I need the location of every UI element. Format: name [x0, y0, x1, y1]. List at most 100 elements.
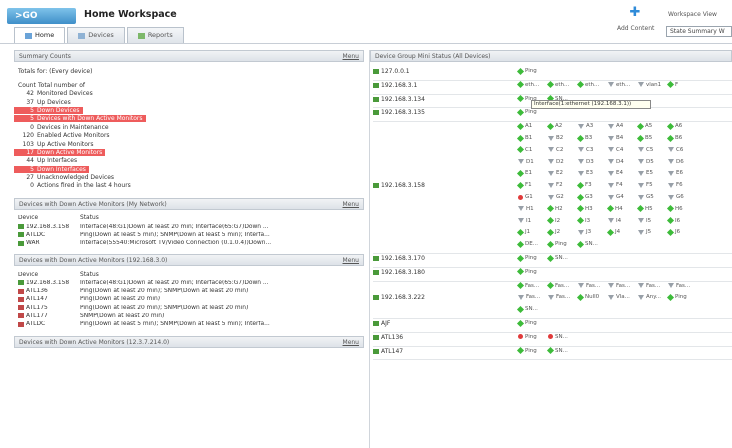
summary-row[interactable]: 103 Up Active Monitors [14, 140, 364, 148]
monitor-item[interactable]: D1 [518, 159, 534, 165]
table-row[interactable]: ATL175 Ping(Down at least 20 min); SNMP(D… [14, 304, 364, 312]
device-group-item[interactable]: AJF [373, 320, 390, 327]
monitor-item[interactable]: C1 [516, 146, 532, 154]
tab-reports[interactable]: Reports [126, 27, 184, 43]
monitor-item[interactable]: B4 [608, 135, 623, 141]
monitor-item[interactable]: D5 [638, 159, 654, 165]
monitor-item[interactable]: F2 [548, 182, 563, 188]
go-button[interactable]: >GO [7, 8, 76, 24]
monitor-item[interactable]: B5 [636, 134, 652, 142]
device-group-item[interactable]: 192.168.3.180 [373, 269, 425, 276]
monitor-item[interactable]: G1 [518, 194, 533, 200]
monitor-item[interactable]: Ping [516, 319, 537, 327]
table-row[interactable]: ATLDC Ping(Down at least 5 min); SNMP(Dow… [14, 231, 364, 239]
summary-row[interactable]: 0 Actions fired in the last 4 hours [14, 182, 364, 190]
summary-row[interactable]: 120 Enabled Active Monitors [14, 131, 364, 139]
monitor-item[interactable]: SN... [516, 305, 538, 313]
tab-home[interactable]: Home [14, 27, 66, 43]
monitor-item[interactable]: A3 [578, 123, 593, 129]
monitor-item[interactable]: eth... [576, 81, 599, 89]
table-row[interactable]: ATL147 Ping(Down at least 20 min) [14, 295, 364, 303]
monitor-item[interactable]: SN... [546, 347, 568, 355]
summary-row[interactable]: 17 Down Active Monitors [14, 148, 364, 156]
summary-row[interactable]: 0 Devices in Maintenance [14, 123, 364, 131]
monitor-item[interactable]: Ping [516, 254, 537, 262]
device-group-item[interactable]: 192.168.3.1 [373, 82, 417, 89]
monitor-item[interactable]: D6 [668, 159, 684, 165]
monitor-item[interactable]: I5 [638, 218, 651, 224]
monitor-item[interactable]: G2 [548, 194, 564, 200]
monitor-item[interactable]: Fas... [548, 294, 570, 300]
monitor-item[interactable]: F6 [668, 182, 683, 188]
monitor-item[interactable]: DE... [516, 240, 538, 248]
table-row[interactable]: WAR Interface(55540:Microsoft TV/Video Co… [14, 239, 364, 247]
monitor-item[interactable]: J6 [666, 228, 680, 236]
monitor-item[interactable]: B1 [516, 134, 532, 142]
monitor-item[interactable]: Ping [516, 67, 537, 75]
monitor-item[interactable]: F1 [516, 181, 532, 189]
monitor-item[interactable]: eth... [608, 82, 630, 88]
monitor-item[interactable]: eth... [546, 81, 569, 89]
monitor-item[interactable]: A4 [608, 123, 623, 129]
workspace-view-select[interactable]: State Summary W [666, 26, 732, 37]
monitor-item[interactable]: E3 [578, 170, 593, 176]
summary-row[interactable]: 44 Up Interfaces [14, 157, 364, 165]
monitor-item[interactable]: H2 [546, 205, 563, 213]
panel-subnet-menu-link[interactable]: Menu [343, 255, 359, 266]
monitor-item[interactable]: D4 [608, 159, 624, 165]
device-group-item[interactable]: 192.168.3.134 [373, 96, 425, 103]
monitor-item[interactable]: eth... [516, 81, 539, 89]
monitor-item[interactable]: H5 [636, 205, 653, 213]
monitor-item[interactable]: Ping [518, 334, 537, 340]
monitor-item[interactable]: H4 [606, 205, 623, 213]
monitor-item[interactable]: Ping [516, 108, 537, 116]
table-row[interactable]: 192.168.3.158 Interface(48:G1)Down at lea… [14, 279, 364, 287]
monitor-item[interactable]: G3 [576, 193, 593, 201]
device-group-item[interactable]: ATL147 [373, 348, 403, 355]
monitor-item[interactable]: A1 [516, 122, 532, 130]
device-name[interactable]: ATL177 [26, 313, 48, 319]
monitor-item[interactable]: I3 [576, 217, 590, 225]
monitor-item[interactable]: D2 [548, 159, 564, 165]
table-row[interactable]: 192.168.3.158 Interface(48:G1)Down at lea… [14, 222, 364, 230]
monitor-item[interactable]: E2 [548, 170, 563, 176]
monitor-item[interactable]: C2 [548, 147, 563, 153]
monitor-item[interactable]: SN... [576, 240, 598, 248]
monitor-item[interactable]: Fas... [516, 282, 539, 290]
monitor-item[interactable]: C3 [578, 147, 593, 153]
device-group-item[interactable]: ATL136 [373, 334, 403, 341]
device-group-item[interactable]: 192.168.3.135 [373, 109, 425, 116]
device-name[interactable]: WAR [26, 240, 40, 246]
monitor-item[interactable]: J5 [638, 229, 651, 235]
monitor-item[interactable]: F4 [608, 182, 623, 188]
monitor-item[interactable]: SN... [548, 334, 568, 340]
monitor-item[interactable]: Fas... [608, 283, 630, 289]
device-name[interactable]: ATL175 [26, 305, 48, 311]
summary-row[interactable]: 5 Down Interfaces [14, 165, 364, 173]
monitor-item[interactable]: G4 [608, 194, 624, 200]
monitor-item[interactable]: Any... [638, 294, 661, 300]
monitor-item[interactable]: Fas... [518, 294, 540, 300]
device-name[interactable]: 192.168.3.158 [26, 280, 69, 286]
monitor-item[interactable]: C5 [638, 147, 653, 153]
monitor-item[interactable]: Ping [546, 240, 567, 248]
summary-menu-link[interactable]: Menu [343, 51, 359, 62]
summary-row[interactable]: 27 Unacknowledged Devices [14, 173, 364, 181]
monitor-item[interactable]: E4 [608, 170, 623, 176]
monitor-item[interactable]: H3 [576, 205, 593, 213]
monitor-item[interactable]: SN... [546, 254, 568, 262]
panel-12-menu-link[interactable]: Menu [343, 337, 359, 348]
panel-my-network-menu-link[interactable]: Menu [343, 199, 359, 210]
device-name[interactable]: 192.168.3.158 [26, 224, 69, 230]
monitor-item[interactable]: Fas... [546, 282, 569, 290]
monitor-item[interactable]: H1 [518, 206, 534, 212]
summary-row[interactable]: 37 Up Devices [14, 98, 364, 106]
monitor-item[interactable]: J2 [546, 228, 560, 236]
monitor-item[interactable]: C6 [668, 147, 683, 153]
monitor-item[interactable]: G6 [668, 194, 684, 200]
monitor-item[interactable]: D3 [578, 159, 594, 165]
device-group-item[interactable]: 192.168.3.158 [373, 182, 425, 189]
monitor-item[interactable]: E1 [516, 169, 532, 177]
monitor-item[interactable]: C4 [608, 147, 623, 153]
monitor-item[interactable]: A2 [546, 122, 562, 130]
